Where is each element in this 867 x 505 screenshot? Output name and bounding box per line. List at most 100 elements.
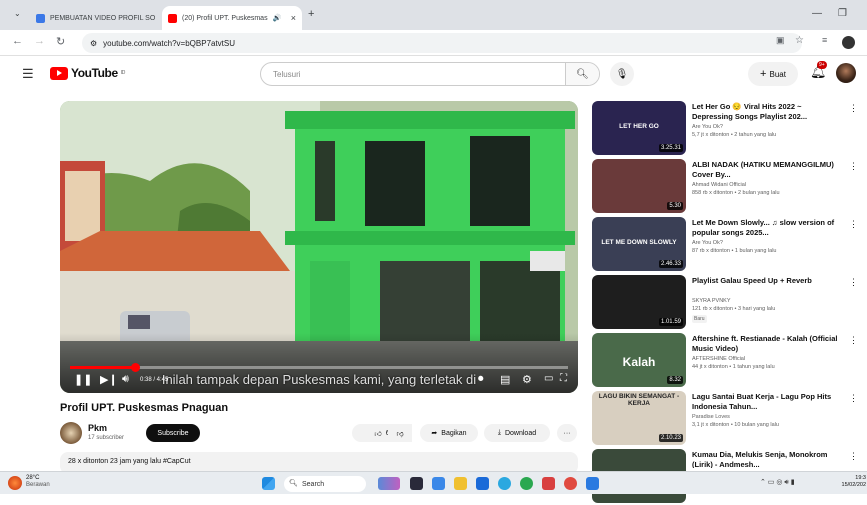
- recommendation-title[interactable]: Aftershine ft. Restianade - Kalah (Offic…: [692, 334, 842, 354]
- recommendation-meta: 5,7 jt x ditonton • 2 tahun yang lalu: [692, 132, 777, 138]
- recommendation-channel: AFTERSHINE Official: [692, 356, 746, 362]
- windows-start-icon[interactable]: [262, 477, 275, 490]
- recommendation-item[interactable]: LET ME DOWN SLOWLY 2.46.33 Let Me Down Slo…: [592, 217, 862, 273]
- more-actions-button[interactable]: ···: [557, 424, 577, 442]
- close-tab-icon[interactable]: ×: [291, 13, 296, 23]
- audio-playing-icon[interactable]: 🔊: [273, 14, 282, 22]
- youtube-play-icon: [50, 66, 68, 80]
- subscribe-button[interactable]: Subscribe: [146, 424, 200, 442]
- recommendation-channel: Paradise Loves: [692, 414, 730, 420]
- recommendation-thumbnail[interactable]: 5.30: [592, 159, 686, 213]
- more-options-icon[interactable]: ⋮: [849, 451, 858, 462]
- site-info-icon[interactable]: ⚙: [90, 39, 97, 48]
- address-bar-row: ← → ↻ ⚙ youtube.com/watch?v=bQBP7atvtSU …: [0, 30, 867, 56]
- download-button[interactable]: ⤓ Download: [484, 424, 550, 442]
- forward-arrow-icon[interactable]: →: [34, 35, 45, 47]
- tab-list-chevron-icon[interactable]: ⌄: [14, 9, 21, 18]
- chrome-icon[interactable]: [520, 477, 533, 490]
- video-player[interactable]: Inilah tampak depan Puskesmas kami, yang…: [60, 101, 578, 393]
- taskbar-search-label: Search: [302, 480, 325, 488]
- system-clock[interactable]: 19:3 15/02/202: [836, 475, 866, 489]
- file-explorer-icon[interactable]: [454, 477, 467, 490]
- more-options-icon[interactable]: ⋮: [849, 277, 858, 288]
- translate-icon[interactable]: ▣: [776, 35, 785, 46]
- store-icon[interactable]: [476, 477, 489, 490]
- tab-document[interactable]: PEMBUATAN VIDEO PROFIL SO ×: [30, 6, 160, 30]
- video-frame-scene: [60, 101, 578, 393]
- word-icon[interactable]: [586, 477, 599, 490]
- notifications-button[interactable]: 🔔︎ 9+: [810, 61, 827, 80]
- recommendation-thumbnail[interactable]: Kalah 8.32: [592, 333, 686, 387]
- channel-name[interactable]: Pkm: [88, 423, 107, 433]
- recommendation-thumbnail[interactable]: 1.01.59: [592, 275, 686, 329]
- volume-icon[interactable]: 🔊︎: [122, 373, 129, 386]
- recommendation-title[interactable]: Let Her Go 😔 Viral Hits 2022 ~ Depressin…: [692, 102, 842, 122]
- widgets-icon[interactable]: [432, 477, 445, 490]
- more-options-icon[interactable]: ⋮: [849, 393, 858, 404]
- more-options-icon[interactable]: ⋮: [849, 219, 858, 230]
- copilot-icon[interactable]: [378, 477, 400, 490]
- taskbar-search[interactable]: 🔍︎ Search: [284, 476, 366, 492]
- more-options-icon[interactable]: ⋮: [849, 103, 858, 114]
- dislike-button[interactable]: 👎︎: [388, 424, 412, 442]
- youtube-logo[interactable]: YouTube ID: [50, 66, 125, 80]
- miniplayer-icon[interactable]: ▭: [544, 373, 553, 384]
- weather-icon[interactable]: [8, 476, 22, 490]
- new-tab-button[interactable]: +: [308, 8, 314, 20]
- next-icon[interactable]: ▶❙: [100, 373, 118, 386]
- recommendation-item[interactable]: Kalah 8.32 Aftershine ft. Restianade - Kal…: [592, 333, 862, 389]
- search-input[interactable]: Telusuri 🔍︎: [260, 62, 600, 86]
- captions-icon[interactable]: ▤: [500, 373, 510, 386]
- extensions-icon[interactable]: ≡: [822, 35, 827, 45]
- docs-favicon-icon: [36, 13, 45, 23]
- more-options-icon[interactable]: ⋮: [849, 161, 858, 172]
- reload-icon[interactable]: ↻: [56, 35, 65, 48]
- task-view-icon[interactable]: [410, 477, 423, 490]
- create-button[interactable]: + Buat: [748, 62, 798, 86]
- progress-bar[interactable]: [70, 363, 568, 372]
- app-icon[interactable]: [542, 477, 555, 490]
- youtube-favicon-icon: [168, 13, 177, 23]
- account-avatar[interactable]: [836, 63, 856, 83]
- chrome-profile-icon[interactable]: [564, 477, 577, 490]
- windows-taskbar: 28°C Berawan 🔍︎ Search ⌃ ▭ ◎ 🔊︎ ▮ 19:3 1…: [0, 471, 867, 494]
- minimize-button[interactable]: —: [812, 8, 822, 19]
- player-controls: ❚❚ ▶❙ 🔊︎ 0:38 / 4:45 ⏺ ▤ ⚙ ▭ ⛶: [70, 373, 568, 389]
- channel-avatar[interactable]: [60, 422, 82, 444]
- recommendation-item[interactable]: 5.30 ALBI NADAK (HATIKU MEMANGGILMU) Cove…: [592, 159, 862, 215]
- tray-icons[interactable]: ⌃ ▭ ◎ 🔊︎ ▮: [760, 478, 795, 487]
- clock-date: 15/02/202: [841, 482, 866, 488]
- back-arrow-icon[interactable]: ←: [12, 35, 23, 47]
- fullscreen-icon[interactable]: ⛶: [560, 373, 567, 384]
- url-field[interactable]: ⚙ youtube.com/watch?v=bQBP7atvtSU: [82, 33, 802, 53]
- more-options-icon[interactable]: ⋮: [849, 335, 858, 346]
- autoplay-toggle-icon[interactable]: ⏺: [478, 373, 484, 386]
- tab-youtube[interactable]: (20) Profil UPT. Puskesmas 🔊 ×: [162, 6, 302, 30]
- recommendation-item[interactable]: LET HER GO 3.25.31 Let Her Go 😔 Viral Hits…: [592, 101, 862, 157]
- recommendation-title[interactable]: Kumau Dia, Melukis Senja, Monokrom (Liri…: [692, 450, 842, 468]
- recommendation-title[interactable]: Playlist Galau Speed Up + Reverb: [692, 276, 842, 286]
- pause-icon[interactable]: ❚❚: [74, 373, 92, 386]
- share-button[interactable]: ➦ Bagikan: [420, 424, 478, 442]
- bookmark-star-icon[interactable]: ☆: [795, 35, 804, 46]
- settings-gear-icon[interactable]: ⚙: [522, 373, 532, 386]
- recommendation-thumbnail[interactable]: LET ME DOWN SLOWLY 2.46.33: [592, 217, 686, 271]
- logo-text: YouTube: [71, 66, 118, 80]
- recommendation-title[interactable]: ALBI NADAK (HATIKU MEMANGGILMU) Cover By…: [692, 160, 842, 180]
- restore-button[interactable]: ❐: [838, 8, 847, 19]
- menu-hamburger-icon[interactable]: ☰: [22, 66, 34, 82]
- search-button[interactable]: 🔍︎: [565, 63, 599, 85]
- recommendation-item[interactable]: 1.01.59 Playlist Galau Speed Up + Reverb S…: [592, 275, 862, 331]
- recommendation-item[interactable]: LAGU BIKIN SEMANGAT - KERJA 2.10.23 Lagu S…: [592, 391, 862, 447]
- plus-icon: +: [760, 68, 767, 80]
- recommendation-thumbnail[interactable]: LAGU BIKIN SEMANGAT - KERJA 2.10.23: [592, 391, 686, 445]
- recommendation-title[interactable]: Let Me Down Slowly... ♫ slow version of …: [692, 218, 842, 238]
- recommendation-thumbnail[interactable]: LET HER GO 3.25.31: [592, 101, 686, 155]
- profile-avatar[interactable]: [842, 36, 855, 49]
- progress-scrubber[interactable]: [130, 363, 140, 372]
- voice-search-button[interactable]: 🎙︎: [610, 62, 634, 86]
- thumbs-down-icon: 👎︎: [396, 430, 404, 438]
- recommendation-title[interactable]: Lagu Santai Buat Kerja - Lagu Pop Hits I…: [692, 392, 842, 412]
- edge-icon[interactable]: [498, 477, 511, 490]
- weather-widget[interactable]: 28°C Berawan: [26, 475, 50, 489]
